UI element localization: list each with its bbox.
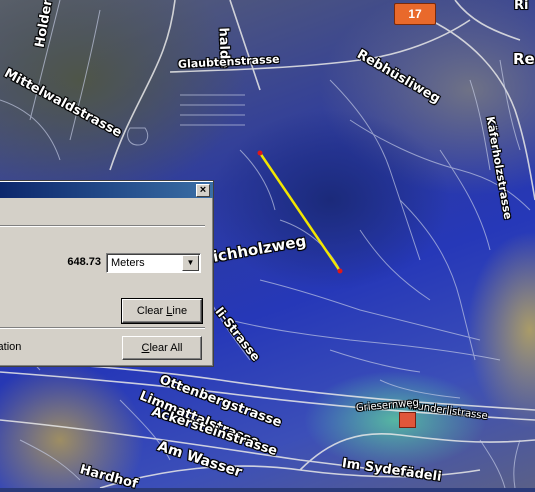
navigation-label: igation <box>0 341 22 353</box>
measurement-value: 648.73 <box>67 256 101 268</box>
clear-all-label-suffix: lear All <box>149 342 183 354</box>
route-shield: 17 <box>394 3 436 25</box>
divider <box>0 327 205 329</box>
measure-start-point <box>257 150 263 156</box>
street-label: Re <box>513 50 535 68</box>
units-select[interactable]: Meters ▼ <box>106 253 201 273</box>
units-selected-value: Meters <box>111 257 145 269</box>
chevron-down-icon[interactable]: ▼ <box>182 255 199 271</box>
dialog-titlebar[interactable]: × <box>0 182 213 198</box>
clear-all-button[interactable]: Clear All <box>122 336 202 360</box>
clear-line-button[interactable]: Clear Line <box>121 298 203 324</box>
measure-end-point <box>337 268 343 274</box>
close-button[interactable]: × <box>196 184 210 197</box>
measure-dialog: × 648.73 Meters ▼ Clear Line igation Cle… <box>0 180 214 367</box>
clear-line-label-prefix: Clear <box>136 305 167 317</box>
clear-line-label-suffix: ine <box>172 305 188 317</box>
map-marker-square[interactable] <box>399 412 416 428</box>
street-label: Ri <box>514 0 529 13</box>
